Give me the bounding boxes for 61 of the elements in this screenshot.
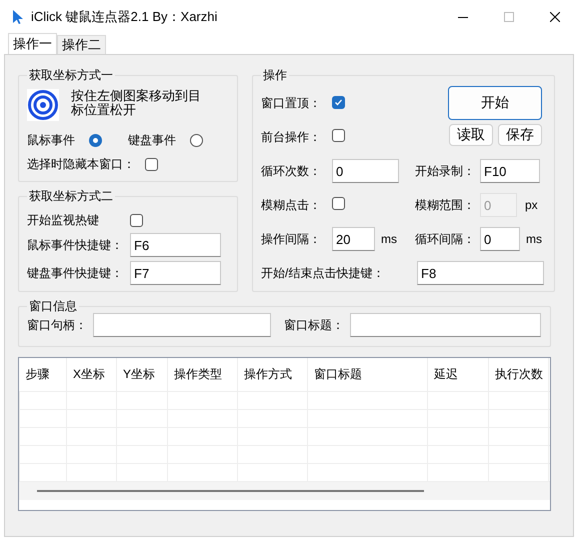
interval-field[interactable]: 20 <box>332 227 375 251</box>
checkbox-label: 开始监视热键 <box>27 212 100 228</box>
checkbox[interactable] <box>130 214 143 226</box>
checkbox-label: 模糊点击： <box>261 196 322 214</box>
loop-interval-field[interactable]: 0 <box>480 227 520 251</box>
loop-count-field[interactable]: 0 <box>332 159 399 183</box>
field-label: 鼠标事件快捷键： <box>27 236 124 254</box>
scrollbar-thumb[interactable] <box>37 490 424 492</box>
checkbox-label: 窗口置顶： <box>261 94 322 112</box>
unit-label: ms <box>380 232 397 246</box>
field-label: 模糊范围： <box>415 196 476 214</box>
field-label: 键盘事件快捷键： <box>27 264 124 282</box>
group-title: 窗口信息 <box>27 298 79 314</box>
instruction-text: 按住左侧图案移动到目标位置松开 <box>71 89 202 117</box>
start-stop-hotkey-field[interactable]: F8 <box>417 261 544 285</box>
field-label: 开始录制： <box>415 162 476 180</box>
column-header[interactable]: 窗口标题 <box>308 358 428 392</box>
window-handle-field[interactable] <box>93 313 271 337</box>
column-header[interactable]: 执行次数 <box>488 358 548 392</box>
column-header[interactable]: 延迟 <box>428 358 488 392</box>
unit-label: ms <box>525 232 542 246</box>
radio-button[interactable] <box>89 134 102 146</box>
tab[interactable]: 操作二 <box>57 35 106 54</box>
column-header[interactable]: 操作方式 <box>238 358 308 392</box>
checkbox-label: 前台操作： <box>261 128 322 146</box>
close-icon <box>550 12 560 22</box>
column-header[interactable]: Y坐标 <box>116 358 168 392</box>
group-title: 获取坐标方式一 <box>27 67 115 83</box>
start-button[interactable]: 开始 <box>448 86 542 120</box>
field-label: 窗口句柄： <box>27 316 88 334</box>
checkbox-label: 选择时隐藏本窗口： <box>27 156 135 172</box>
unit-label: px <box>524 198 538 212</box>
maximize-icon <box>504 12 514 22</box>
field-label: 窗口标题： <box>284 316 345 334</box>
record-hotkey-field[interactable]: F10 <box>480 159 540 183</box>
group-title: 获取坐标方式二 <box>27 188 115 204</box>
cursor-icon <box>13 10 23 24</box>
field-label: 开始/结束点击快捷键： <box>261 264 386 282</box>
radio-button[interactable] <box>190 134 203 146</box>
checkbox[interactable] <box>332 197 345 210</box>
checkbox[interactable] <box>332 96 345 109</box>
field-label: 循环次数： <box>261 162 322 180</box>
radio-label: 键盘事件 <box>128 132 176 148</box>
toolbar-button[interactable]: 读取 <box>449 124 493 146</box>
checkbox[interactable] <box>332 129 345 142</box>
field-label: 操作间隔： <box>261 230 322 248</box>
toolbar-button[interactable]: 保存 <box>498 124 542 146</box>
window-title: iClick 键鼠连点器2.1 By：Xarzhi <box>31 8 218 26</box>
target-icon[interactable] <box>27 89 59 121</box>
tab[interactable]: 操作一 <box>8 33 57 54</box>
radio-label: 鼠标事件 <box>27 132 75 148</box>
hotkey-field[interactable]: F6 <box>130 233 221 257</box>
column-header[interactable]: 操作类型 <box>168 358 238 392</box>
checkbox[interactable] <box>145 158 158 170</box>
field-label: 循环间隔： <box>415 230 476 248</box>
column-header[interactable]: 步骤 <box>20 358 66 392</box>
window-title-field[interactable] <box>350 313 541 337</box>
group-title: 操作 <box>261 67 289 83</box>
hotkey-field[interactable]: F7 <box>130 261 221 285</box>
check-icon <box>334 98 343 107</box>
column-header[interactable]: X坐标 <box>66 358 116 392</box>
